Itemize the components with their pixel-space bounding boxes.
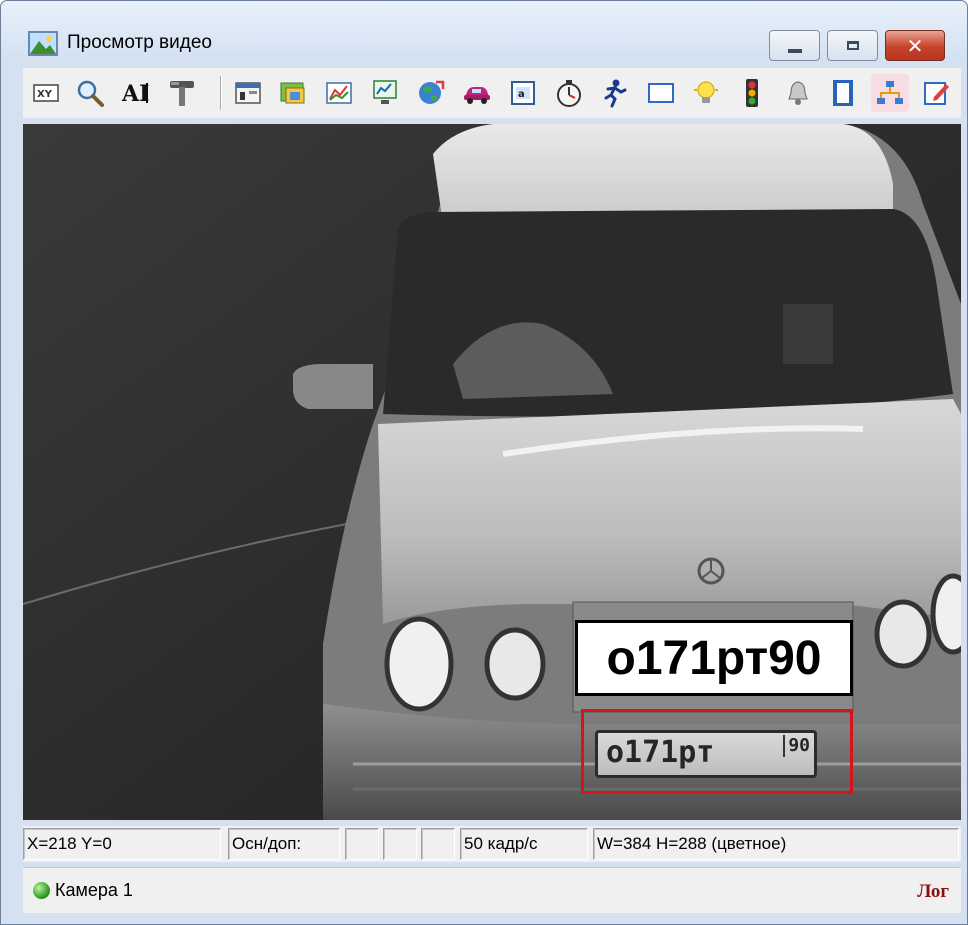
close-button[interactable]: ✕ [885,30,945,61]
camera-status-icon [33,882,50,899]
monitor-graph-icon [373,80,397,104]
camera-label: Камера 1 [55,880,133,900]
svg-text:XY: XY [37,89,53,100]
light-bulb-icon [694,81,718,103]
car-button[interactable] [458,74,496,112]
minimize-button[interactable] [769,30,820,61]
minimize-icon [787,48,802,53]
zoom-button[interactable] [71,74,109,112]
bell-icon [788,81,808,105]
film-strip-button[interactable] [824,74,862,112]
fps-readout: 50 кадр/с [460,828,588,860]
text-frame-button[interactable]: a [504,74,542,112]
bell-button[interactable] [779,74,817,112]
film-strip-icon [833,80,853,106]
log-link[interactable]: Лог [917,881,949,903]
chart-graph-icon [326,82,352,104]
stopwatch-icon [557,80,581,107]
mode-indicator-1 [345,828,379,860]
title-bar[interactable]: Просмотр видео ✕ [1,1,967,61]
stopwatch-button[interactable] [550,74,588,112]
traffic-light-button[interactable] [733,74,771,112]
license-plate-number: о171рт [606,735,715,770]
xy-coordinates-icon: XY [33,84,59,102]
hammer-tools-icon [170,81,194,106]
license-plate-region: 90 [783,735,810,757]
maximize-icon [846,41,859,50]
coords-readout: X=218 Y=0 [23,828,221,860]
toolbar-separator [220,76,222,110]
picture-app-icon [28,31,58,56]
map-layers-icon [280,82,305,104]
tools-button[interactable] [163,74,201,112]
text-recognition-button[interactable]: AI [117,74,155,112]
close-icon: ✕ [906,33,924,58]
settings-panel-icon [235,82,261,104]
video-frame[interactable]: о171рт90 о171рт 90 [23,124,961,820]
svg-text:AI: AI [121,81,149,106]
empty-frame-icon [648,83,674,103]
status-bar: X=218 Y=0 Осн/доп: 50 кадр/с W=384 H=288… [23,826,961,862]
chart-button[interactable] [320,74,358,112]
network-icon [877,81,903,104]
monitor-graph-button[interactable] [366,74,404,112]
settings-panel-button[interactable] [229,74,267,112]
toolbar: XY AI a [23,68,961,118]
light-bulb-button[interactable] [687,74,725,112]
resolution-readout: W=384 H=288 (цветное) [593,828,959,860]
globe-route-icon [419,80,445,104]
svg-text:a: a [518,89,525,100]
running-person-icon [604,79,627,108]
camera-bar: Камера 1 Лог [23,867,961,913]
edit-note-icon [924,82,949,105]
magnifier-icon [77,80,104,107]
running-person-button[interactable] [595,74,633,112]
text-ai-icon: AI [121,81,149,106]
network-button[interactable] [871,74,909,112]
edit-note-button[interactable] [917,74,955,112]
video-viewer-window: Просмотр видео ✕ XY AI a о171рт90 о171рт… [0,0,968,925]
text-frame-icon: a [511,81,535,105]
mode-label: Осн/доп: [228,828,340,860]
car-icon [464,87,490,104]
globe-route-button[interactable] [412,74,450,112]
window-title: Просмотр видео [67,32,212,53]
map-layers-button[interactable] [274,74,312,112]
recognized-plate-label: о171рт90 [575,620,853,696]
xy-coordinates-button[interactable]: XY [27,74,65,112]
mode-indicator-2 [383,828,417,860]
traffic-light-icon [746,79,758,107]
license-plate: о171рт 90 [595,730,817,778]
maximize-button[interactable] [827,30,878,61]
frame-button[interactable] [642,74,680,112]
mode-indicator-3 [421,828,455,860]
